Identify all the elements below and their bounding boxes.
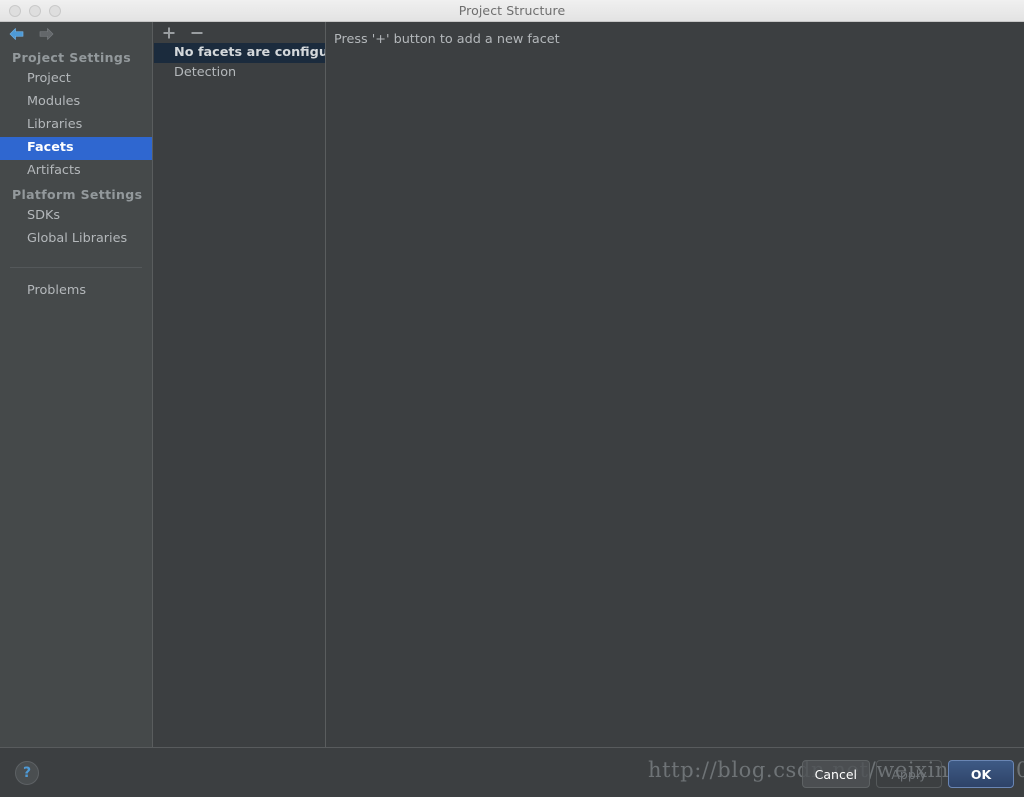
sidebar-group-project-settings: Project Settings: [12, 50, 132, 65]
sidebar-navigation-bar: [0, 22, 152, 46]
sidebar-item-artifacts[interactable]: Artifacts: [0, 160, 152, 183]
list-item[interactable]: Detection: [154, 63, 325, 83]
sidebar-item-sdks[interactable]: SDKs: [0, 205, 152, 228]
sidebar-item-problems[interactable]: Problems: [0, 280, 152, 303]
arrow-left-icon[interactable]: [7, 26, 26, 42]
sidebar-divider: [10, 267, 142, 268]
cancel-button[interactable]: Cancel: [801, 760, 870, 788]
facets-list-panel: No facets are configured Detection: [154, 22, 326, 747]
sidebar-item-project[interactable]: Project: [0, 68, 152, 91]
arrow-right-icon[interactable]: [37, 26, 56, 42]
facets-toolbar: [154, 22, 325, 43]
apply-button[interactable]: Apply: [876, 760, 942, 788]
ok-button[interactable]: OK: [948, 760, 1014, 788]
sidebar-group-platform-settings: Platform Settings: [12, 187, 143, 202]
empty-state-message: Press '+' button to add a new facet: [334, 32, 560, 47]
facets-list: No facets are configured Detection: [154, 43, 325, 83]
sidebar-item-libraries[interactable]: Libraries: [0, 114, 152, 137]
sidebar-item-modules[interactable]: Modules: [0, 91, 152, 114]
plus-icon[interactable]: [162, 26, 176, 40]
list-item[interactable]: No facets are configured: [154, 43, 325, 63]
title-bar: Project Structure: [0, 0, 1024, 22]
project-structure-dialog: Project Structure Project Settings Proje…: [0, 0, 1024, 797]
question-mark-icon[interactable]: ?: [15, 761, 39, 785]
sidebar-item-facets[interactable]: Facets: [0, 137, 152, 160]
window-title: Project Structure: [458, 3, 566, 18]
settings-sidebar: Project Settings Project Modules Librari…: [0, 22, 153, 747]
dialog-actions: Cancel Apply OK: [801, 760, 1014, 788]
sidebar-item-global-libraries[interactable]: Global Libraries: [0, 228, 152, 251]
facet-detail-panel: Press '+' button to add a new facet: [327, 22, 1024, 747]
minus-icon[interactable]: [190, 26, 204, 40]
